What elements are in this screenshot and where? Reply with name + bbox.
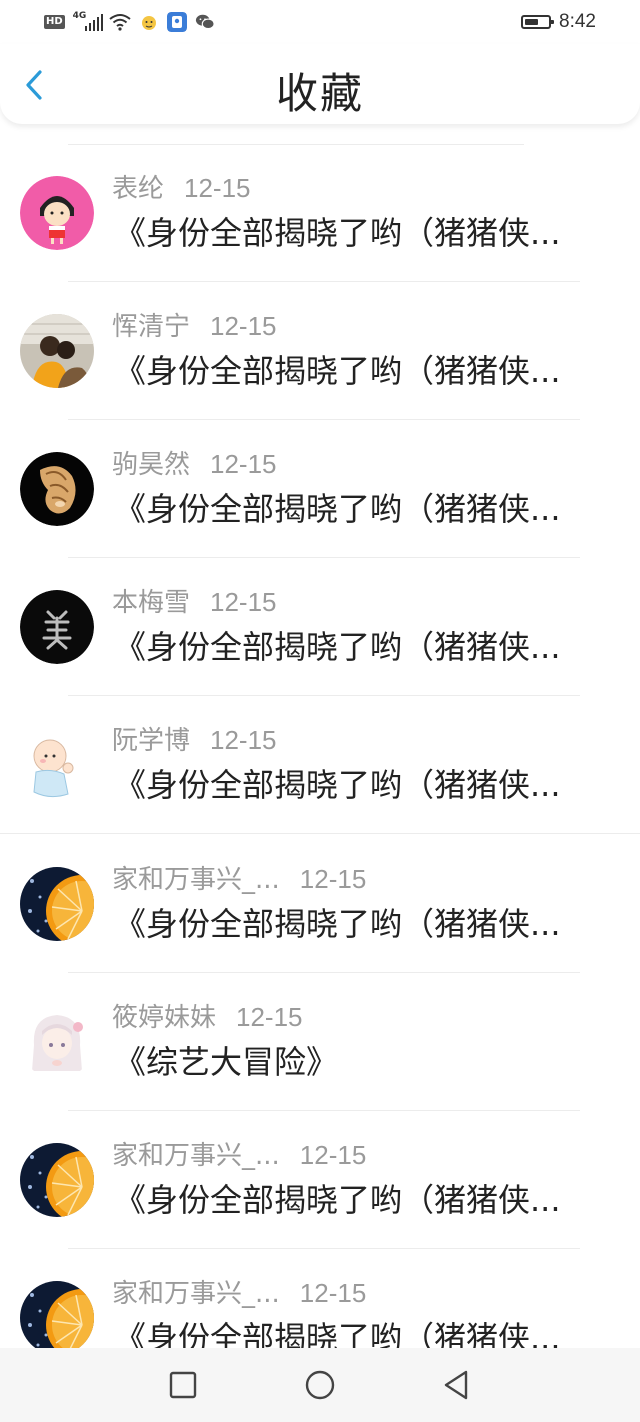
post-date: 12-15: [184, 173, 251, 203]
post-date: 12-15: [210, 587, 277, 617]
item-title: 《身份全部揭晓了哟（猪猪侠...: [114, 905, 561, 943]
author-name: 表纶: [112, 174, 165, 204]
system-navigation-bar: [0, 1348, 640, 1422]
seashell-avatar[interactable]: [20, 452, 94, 526]
app-notification-icon: [166, 12, 187, 32]
cartoon-app-icon: [141, 16, 156, 30]
list-item[interactable]: 阮学博 12-15 《身份全部揭晓了哟（猪猪侠...: [0, 696, 640, 834]
author-name: 筱婷妹妹: [112, 1003, 217, 1033]
item-title: 《身份全部揭晓了哟（猪猪侠...: [114, 1319, 561, 1348]
post-date: 12-15: [210, 311, 277, 341]
list-item[interactable]: 筱婷妹妹 12-15 《综艺大冒险》: [0, 973, 640, 1111]
post-date: 12-15: [236, 1002, 303, 1032]
wifi-icon: [109, 14, 131, 31]
recent-apps-icon[interactable]: [166, 1368, 200, 1402]
list-item[interactable]: 表纶 12-15 《身份全部揭晓了哟（猪猪侠...: [0, 144, 640, 282]
page-title: 收藏: [275, 69, 364, 118]
back-triangle-icon[interactable]: [440, 1368, 474, 1402]
list-divider: [0, 833, 640, 834]
post-date: 12-15: [299, 864, 367, 894]
wechat-icon: [195, 14, 215, 30]
author-name: 恽清宁: [112, 312, 191, 342]
item-title: 《身份全部揭晓了哟（猪猪侠...: [114, 352, 561, 390]
post-date: 12-15: [299, 1140, 367, 1170]
post-date: 12-15: [210, 725, 277, 755]
item-title: 《身份全部揭晓了哟（猪猪侠...: [114, 1181, 561, 1219]
post-date: 12-15: [210, 449, 277, 479]
list-item[interactable]: 本梅雪 12-15 《身份全部揭晓了哟（猪猪侠...: [0, 558, 640, 696]
status-bar: HD 4G 8:42: [0, 0, 640, 44]
list-item[interactable]: 家和万事兴_... 12-15 《身份全部揭晓了哟（猪猪侠...: [0, 835, 640, 973]
item-title: 《综艺大冒险》: [114, 1043, 339, 1081]
item-title: 《身份全部揭晓了哟（猪猪侠...: [114, 628, 561, 666]
anime-girl-avatar[interactable]: [20, 1005, 94, 1079]
orange-slice-avatar[interactable]: [20, 1281, 94, 1348]
list-item[interactable]: 家和万事兴_... 12-15 《身份全部揭晓了哟（猪猪侠...: [0, 1249, 640, 1348]
header: 收藏: [0, 44, 640, 124]
post-date: 12-15: [299, 1278, 367, 1308]
list-item[interactable]: 家和万事兴_... 12-15 《身份全部揭晓了哟（猪猪侠...: [0, 1111, 640, 1249]
author-name: 家和万事兴_...: [112, 865, 280, 895]
author-name: 家和万事兴_...: [112, 1141, 280, 1171]
list-item[interactable]: 驹昊然 12-15 《身份全部揭晓了哟（猪猪侠...: [0, 420, 640, 558]
people-photo-avatar[interactable]: [20, 314, 94, 388]
author-name: 驹昊然: [112, 450, 191, 480]
clock: 8:42: [559, 11, 596, 32]
home-icon[interactable]: [303, 1368, 337, 1402]
favorites-list[interactable]: 表纶 12-15 《身份全部揭晓了哟（猪猪侠... 恽清宁 12-15 《身份全部揭…: [0, 126, 640, 1348]
item-title: 《身份全部揭晓了哟（猪猪侠...: [114, 766, 561, 804]
baby-cartoon-avatar[interactable]: [20, 728, 94, 802]
orange-slice-avatar[interactable]: [20, 1143, 94, 1217]
item-title: 《身份全部揭晓了哟（猪猪侠...: [114, 490, 561, 528]
cellular-signal-icon: 4G: [73, 11, 103, 33]
author-name: 阮学博: [112, 726, 191, 756]
item-title: 《身份全部揭晓了哟（猪猪侠...: [114, 214, 561, 252]
calligraphy-character-avatar[interactable]: [20, 590, 94, 664]
battery-icon: [521, 15, 555, 29]
author-name: 本梅雪: [112, 588, 191, 618]
cartoon-girl-avatar[interactable]: [20, 176, 94, 250]
author-name: 家和万事兴_...: [112, 1279, 280, 1309]
hd-indicator: HD: [44, 15, 65, 29]
list-item[interactable]: 恽清宁 12-15 《身份全部揭晓了哟（猪猪侠...: [0, 282, 640, 420]
orange-slice-avatar[interactable]: [20, 867, 94, 941]
